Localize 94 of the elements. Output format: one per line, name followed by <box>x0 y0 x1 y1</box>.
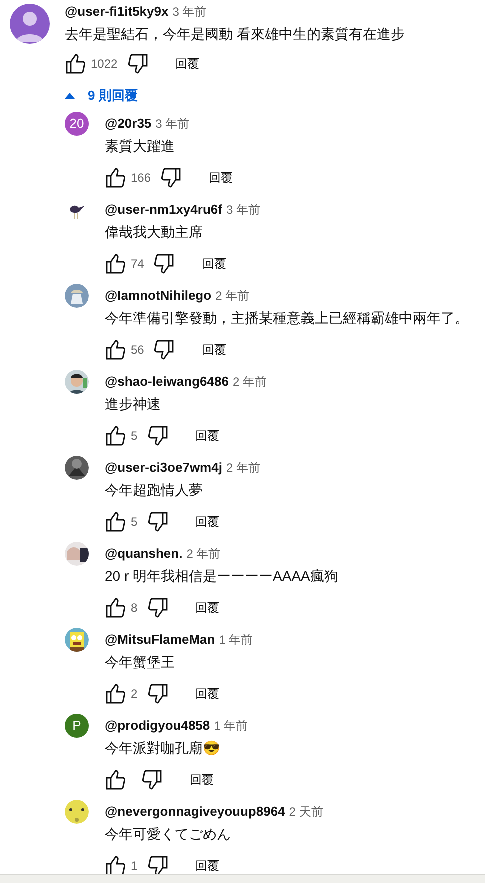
reply-button[interactable]: 回覆 <box>192 513 224 531</box>
thumbs-up-icon <box>104 768 128 792</box>
like-count: 56 <box>131 342 144 359</box>
like-button[interactable] <box>104 252 128 276</box>
like-count: 2 <box>131 686 138 703</box>
reply-button[interactable]: 回覆 <box>192 685 224 703</box>
reply-button[interactable]: 回覆 <box>198 341 230 359</box>
like-button[interactable] <box>104 510 128 534</box>
author-name[interactable]: @MitsuFlameMan <box>105 630 216 650</box>
avatar[interactable]: 20 <box>65 112 89 136</box>
reply-button[interactable]: 回覆 <box>198 255 230 273</box>
author-name[interactable]: @user-ci3oe7wm4j <box>105 458 222 478</box>
like-button[interactable] <box>104 596 128 620</box>
author-name[interactable]: @nevergonnagiveyouup8964 <box>105 802 286 822</box>
timestamp[interactable]: 1 年前 <box>219 631 254 649</box>
thumbs-down-icon <box>126 52 150 76</box>
comment-text: 進步神速 <box>105 394 162 414</box>
comment-text: 素質大躍進 <box>105 136 176 156</box>
author-name[interactable]: @IamnotNihilego <box>105 286 212 306</box>
thumbs-down-icon <box>146 510 170 534</box>
thumbs-up-icon <box>104 424 128 448</box>
like-button[interactable] <box>104 682 128 706</box>
thumbs-down-icon <box>146 596 170 620</box>
dislike-button[interactable] <box>152 252 176 276</box>
like-count: 1022 <box>91 56 118 73</box>
replies-toggle[interactable]: 9 則回覆 <box>64 80 138 112</box>
like-button[interactable] <box>64 52 88 76</box>
author-name[interactable]: @quanshen. <box>105 544 183 564</box>
comment-text: 今年準備引擎發動，主播某種意義上已經稱霸雄中兩年了。 <box>105 308 470 328</box>
dislike-button[interactable] <box>126 52 150 76</box>
dislike-button[interactable] <box>146 854 170 874</box>
dislike-button[interactable] <box>140 768 164 792</box>
reply-button[interactable]: 回覆 <box>192 427 224 445</box>
reply-button[interactable]: 回覆 <box>186 771 218 789</box>
thumbs-up-icon <box>64 52 88 76</box>
thumbs-up-icon <box>104 510 128 534</box>
timestamp[interactable]: 2 年前 <box>232 373 267 391</box>
like-button[interactable] <box>104 338 128 362</box>
comment-text: 偉哉我大動主席 <box>105 222 204 242</box>
timestamp[interactable]: 2 年前 <box>216 287 250 305</box>
thumbs-down-icon <box>146 854 170 874</box>
timestamp[interactable]: 2 年前 <box>226 459 260 477</box>
thumbs-down-icon <box>152 252 176 276</box>
reply-button[interactable]: 回覆 <box>192 857 224 874</box>
reply-button[interactable]: 回覆 <box>192 599 224 617</box>
like-button[interactable] <box>104 768 128 792</box>
thumbs-up-icon <box>104 682 128 706</box>
dislike-button[interactable] <box>159 166 184 190</box>
timestamp[interactable]: 3 年前 <box>172 3 207 21</box>
like-button[interactable] <box>104 166 128 190</box>
dislike-button[interactable] <box>146 596 170 620</box>
reply-button[interactable]: 回覆 <box>172 55 204 73</box>
author-name[interactable]: @user-nm1xy4ru6f <box>105 200 222 220</box>
like-button[interactable] <box>104 854 128 874</box>
timestamp[interactable]: 1 年前 <box>214 717 248 735</box>
comment-text: 今年超跑情人夢 <box>105 480 204 500</box>
author-name[interactable]: @user-fi1it5ky9x <box>65 2 169 22</box>
like-count: 74 <box>131 256 144 273</box>
avatar[interactable]: P <box>65 714 89 738</box>
comment-text: 今年可愛くてごめん <box>105 824 232 844</box>
thumbs-up-icon <box>104 596 128 620</box>
thumbs-up-icon <box>104 252 128 276</box>
author-name[interactable]: @shao-leiwang6486 <box>105 372 229 392</box>
comment-text: 今年派對咖孔廟😎 <box>105 738 221 758</box>
like-button[interactable] <box>104 424 128 448</box>
comment-text: 今年蟹堡王 <box>105 652 176 672</box>
thumbs-down-icon <box>146 682 170 706</box>
dislike-button[interactable] <box>152 338 176 362</box>
like-count: 166 <box>131 170 152 187</box>
thumbs-down-icon <box>146 424 170 448</box>
thumbs-up-icon <box>104 166 128 190</box>
like-count: 8 <box>131 600 138 617</box>
thumbs-up-icon <box>104 854 128 874</box>
like-count: 5 <box>131 428 138 445</box>
thumbs-up-icon <box>104 338 128 362</box>
caret-icon <box>64 92 76 100</box>
like-count: 1 <box>131 858 138 874</box>
timestamp[interactable]: 3 年前 <box>156 115 190 133</box>
comment-text: 20 r 明年我相信是ーーーーAAAA瘋狗 <box>105 566 340 586</box>
like-count: 5 <box>131 514 138 531</box>
reply-button[interactable]: 回覆 <box>205 169 238 187</box>
dislike-button[interactable] <box>146 510 170 534</box>
thumbs-down-icon <box>152 338 176 362</box>
timestamp[interactable]: 2 天前 <box>289 803 324 821</box>
author-name[interactable]: @20r35 <box>105 114 152 134</box>
dislike-button[interactable] <box>146 682 170 706</box>
comment-text: 去年是聖結石，今年是國動 看來雄中生的素質有在進步 <box>65 24 406 44</box>
avatar[interactable] <box>10 4 50 44</box>
thumbs-down-icon <box>140 768 164 792</box>
dislike-button[interactable] <box>146 424 170 448</box>
timestamp[interactable]: 3 年前 <box>226 201 260 219</box>
author-name[interactable]: @prodigyou4858 <box>105 716 210 736</box>
thumbs-down-icon <box>159 166 184 190</box>
timestamp[interactable]: 2 年前 <box>186 545 221 563</box>
